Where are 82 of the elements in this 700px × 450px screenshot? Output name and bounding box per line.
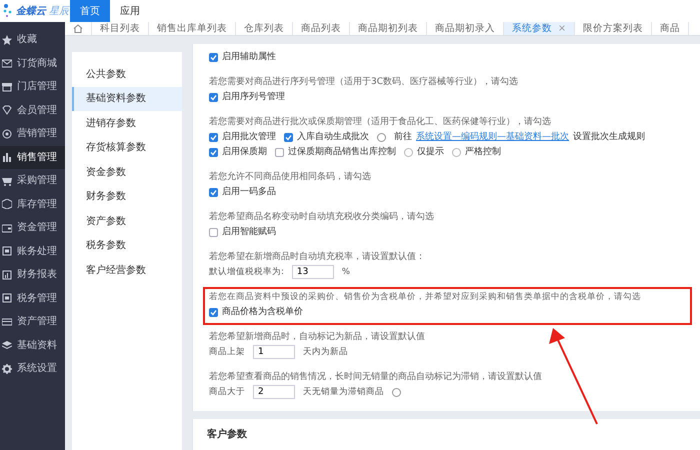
sidebar-item[interactable]: 资产管理 <box>0 310 65 334</box>
checkbox-label: 启用辅助属性 <box>222 50 276 64</box>
page-tab[interactable]: 系统参数 × <box>504 22 575 35</box>
sidebar-item[interactable]: 账务处理 <box>0 240 65 263</box>
radio-button[interactable] <box>404 148 413 156</box>
layers-icon <box>2 340 12 350</box>
settings-icon <box>2 364 12 374</box>
home-icon[interactable] <box>73 24 83 33</box>
sidebar-item[interactable]: 订货商城 <box>0 52 65 75</box>
field-label: 商品大于 <box>209 386 245 399</box>
logo-name: 金蝶云 <box>16 4 46 18</box>
envelope-icon <box>2 58 12 68</box>
hint-text: 若您需要对商品进行批次或保质期管理（适用于食品化工、医药保健等行业），请勾选 <box>209 116 552 128</box>
hint-text: 若您允许不同商品使用相同条码，请勾选 <box>209 171 372 183</box>
checkbox[interactable] <box>275 148 284 156</box>
sidebar-item[interactable]: 销售管理 <box>0 146 65 169</box>
number-field[interactable]: 2 <box>253 385 295 399</box>
checkbox-label: 启用智能赋码 <box>222 226 276 239</box>
checkbox[interactable] <box>209 92 218 102</box>
checkbox[interactable] <box>284 132 293 142</box>
report-icon <box>2 270 12 280</box>
help-icon[interactable] <box>392 388 401 396</box>
sidebar-item[interactable]: 基础资料 <box>0 334 65 357</box>
diamond-icon <box>2 105 12 116</box>
help-icon[interactable] <box>377 132 386 142</box>
store-icon <box>2 82 12 92</box>
sidebar-item[interactable]: 采购管理 <box>0 169 65 192</box>
hint-text: 若您希望新增商品时，自动标记为新品，请设置默认值 <box>209 331 426 343</box>
checkbox-label: 启用批次管理 <box>222 130 276 144</box>
checkbox[interactable] <box>209 188 218 196</box>
hint-text: 若您需要对商品进行序列号管理（适用于3C数码、医疗器械等行业），请勾选 <box>209 76 520 88</box>
checkbox[interactable] <box>209 52 218 62</box>
cart-icon <box>2 176 12 186</box>
unit-label: 天内为新品 <box>303 346 348 359</box>
radio-label: 仅提示 <box>417 146 444 159</box>
unit-label: % <box>342 266 350 279</box>
nav-item[interactable]: 基础资料参数 <box>72 86 182 111</box>
checkbox[interactable] <box>209 308 218 316</box>
sidebar-item[interactable]: 门店管理 <box>0 75 65 98</box>
sidebar-item[interactable]: 财务报表 <box>0 263 65 286</box>
settings-link[interactable]: 系统设置—编码规则—基础资料—批次 <box>416 130 569 144</box>
hint-text: 若您希望商品名称变动时自动填充税收分类编码，请勾选 <box>209 211 435 223</box>
section-heading: 客户参数 <box>192 419 700 450</box>
sidebar-item[interactable]: 库存管理 <box>0 192 65 216</box>
number-field[interactable]: 13 <box>292 265 334 279</box>
checkbox-label: 入库自动生成批次 <box>297 130 369 144</box>
star-icon <box>2 34 12 45</box>
sidebar-item[interactable]: 资金管理 <box>0 216 65 240</box>
checkbox-label: 过保质期商品销售出库控制 <box>288 146 396 159</box>
field-label: 默认增值税税率为: <box>209 266 284 279</box>
instruction-text: 前往 系统设置—编码规则—基础资料—批次 设置批次生成规则 <box>394 130 645 144</box>
logo-icon <box>3 4 13 18</box>
document-icon <box>2 246 12 256</box>
box-icon <box>2 199 12 210</box>
card-icon <box>2 316 12 327</box>
radio-button[interactable] <box>452 148 461 156</box>
checkbox-label: 启用保质期 <box>222 146 267 159</box>
checkbox-label: 启用序列号管理 <box>222 90 285 104</box>
hint-text: 若您希望查看商品的销售情况，长时间无销量的商品自动标记为滞销，请设置默认值 <box>209 371 543 383</box>
checkbox[interactable] <box>209 148 218 156</box>
top-tab[interactable]: 应用 <box>110 0 150 22</box>
checkbox[interactable] <box>209 132 218 142</box>
unit-label: 天无销量为滞销商品 <box>303 386 384 399</box>
checkbox-label: 启用一码多品 <box>222 186 276 199</box>
bar-chart-icon <box>2 152 12 162</box>
radio-label: 严格控制 <box>465 146 501 159</box>
wallet-icon <box>2 222 12 233</box>
top-tab[interactable]: 首页 <box>70 0 110 22</box>
hint-text: 若您希望在新增商品时自动填充税率，请设置默认值： <box>209 251 426 263</box>
sidebar-item[interactable]: 税务管理 <box>0 286 65 310</box>
target-icon <box>2 128 12 139</box>
document-icon <box>2 293 12 304</box>
checkbox[interactable] <box>209 228 218 236</box>
sidebar-item[interactable]: 收藏 <box>0 28 65 52</box>
field-label: 商品上架 <box>209 346 245 359</box>
hint-text: 若您在商品资料中预设的采购价、销售价为含税单价，并希望对应到采购和销售类单据中的含税单价，请勾选 <box>209 291 642 303</box>
checkbox-label: 商品价格为含税单价 <box>222 306 303 319</box>
sidebar-item[interactable]: 会员管理 <box>0 98 65 122</box>
sidebar-item[interactable]: 系统设置 <box>0 357 65 380</box>
logo-edition: 星辰 <box>49 4 69 18</box>
sidebar-item[interactable]: 营销管理 <box>0 122 65 146</box>
number-field[interactable]: 1 <box>253 345 295 359</box>
